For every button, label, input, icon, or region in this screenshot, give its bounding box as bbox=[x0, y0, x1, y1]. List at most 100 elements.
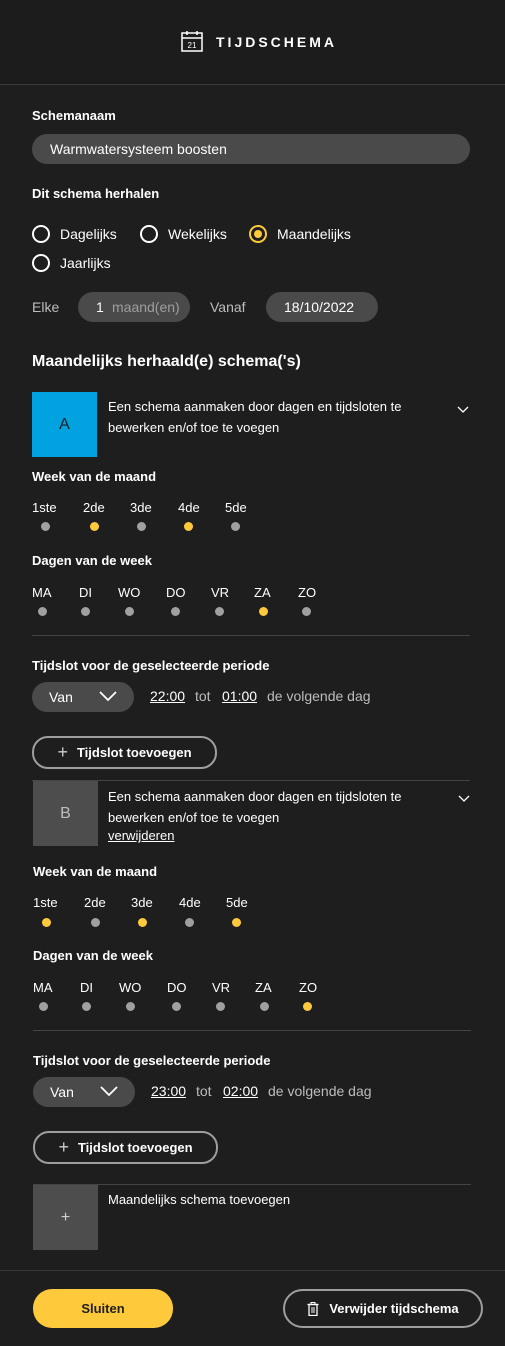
schedule-b-week-3de-dot[interactable] bbox=[138, 918, 147, 927]
schedule-b-week-label: Week van de maand bbox=[33, 864, 158, 879]
radio-daily-circle[interactable] bbox=[32, 225, 50, 243]
divider bbox=[33, 1184, 471, 1185]
schedule-b-day-do: DO bbox=[167, 980, 187, 995]
schedule-a-week-5de: 5de bbox=[225, 500, 247, 515]
schedule-a-day-zo: ZO bbox=[298, 585, 317, 600]
schedule-b-day-wo-dot[interactable] bbox=[126, 1002, 135, 1011]
schedule-b-slot-end[interactable]: 02:00 bbox=[223, 1083, 258, 1099]
schedule-a-description-line1: Een schema aanmaken door dagen en tijdsl… bbox=[108, 399, 402, 414]
from-date-input[interactable]: 18/10/2022 bbox=[266, 292, 378, 322]
plus-icon: + bbox=[57, 742, 68, 762]
schedule-name-label: Schemanaam bbox=[32, 108, 116, 123]
schedule-a-day-vr-dot[interactable] bbox=[215, 607, 224, 616]
schedule-a-day-ma-dot[interactable] bbox=[38, 607, 47, 616]
header: 21 TIJDSCHEMA bbox=[0, 0, 505, 85]
schedule-b-days-label: Dagen van de week bbox=[33, 948, 153, 963]
schedule-a-add-slot-button[interactable]: + Tijdslot toevoegen bbox=[32, 736, 217, 769]
schedule-b-week-4de: 4de bbox=[179, 895, 201, 910]
radio-weekly-label: Wekelijks bbox=[168, 226, 227, 242]
schedule-b-day-za-dot[interactable] bbox=[260, 1002, 269, 1011]
schedule-b-week-4de-dot[interactable] bbox=[185, 918, 194, 927]
page-title: TIJDSCHEMA bbox=[216, 34, 338, 50]
schedule-a-day-za-dot[interactable] bbox=[259, 607, 268, 616]
every-input[interactable]: 1 maand(en) bbox=[78, 292, 190, 322]
schedule-b-day-ma: MA bbox=[33, 980, 53, 995]
schedule-b-week-1ste-dot[interactable] bbox=[42, 918, 51, 927]
schedule-b-week-3de: 3de bbox=[131, 895, 153, 910]
chevron-down-icon bbox=[99, 691, 117, 702]
schedule-b-description-line2: bewerken en/of toe te voegen bbox=[108, 810, 280, 825]
radio-yearly-circle[interactable] bbox=[32, 254, 50, 272]
schedule-b-remove-link[interactable]: verwijderen bbox=[108, 828, 174, 843]
schedule-a-day-ma: MA bbox=[32, 585, 52, 600]
schedule-a-week-3de-dot[interactable] bbox=[137, 522, 146, 531]
radio-monthly-circle[interactable] bbox=[249, 225, 267, 243]
schedule-b-week-5de-dot[interactable] bbox=[232, 918, 241, 927]
schedule-b-day-vr: VR bbox=[212, 980, 231, 995]
schedule-a-week-4de-dot[interactable] bbox=[184, 522, 193, 531]
radio-weekly-circle[interactable] bbox=[140, 225, 158, 243]
radio-monthly-label: Maandelijks bbox=[277, 226, 351, 242]
schedule-a-week-1ste: 1ste bbox=[32, 500, 57, 515]
svg-text:21: 21 bbox=[188, 41, 197, 50]
schedule-b-badge[interactable]: B bbox=[33, 781, 98, 846]
chevron-down-icon[interactable] bbox=[458, 795, 470, 803]
schedule-a-day-do: DO bbox=[166, 585, 186, 600]
schedule-a-week-4de: 4de bbox=[178, 500, 200, 515]
schedule-a-week-5de-dot[interactable] bbox=[231, 522, 240, 531]
close-button[interactable]: Sluiten bbox=[33, 1289, 173, 1328]
plus-icon: + bbox=[58, 1137, 69, 1157]
chevron-down-icon[interactable] bbox=[457, 406, 469, 414]
schedule-b-add-slot-button[interactable]: + Tijdslot toevoegen bbox=[33, 1131, 218, 1164]
schedule-b-day-vr-dot[interactable] bbox=[216, 1002, 225, 1011]
every-label: Elke bbox=[32, 299, 60, 315]
schedule-b-day-wo: WO bbox=[119, 980, 142, 995]
radio-weekly[interactable]: Wekelijks bbox=[140, 225, 240, 245]
schedule-a-day-do-dot[interactable] bbox=[171, 607, 180, 616]
schedule-b-slot-start[interactable]: 23:00 bbox=[151, 1083, 186, 1099]
from-label: Vanaf bbox=[210, 299, 246, 315]
schedule-a-slot-start[interactable]: 22:00 bbox=[150, 688, 185, 704]
schedule-a-week-label: Week van de maand bbox=[32, 469, 157, 484]
delete-schedule-button[interactable]: Verwijder tijdschema bbox=[283, 1289, 483, 1328]
add-schedule-button[interactable]: + bbox=[33, 1185, 98, 1250]
schedule-a-week-2de-dot[interactable] bbox=[90, 522, 99, 531]
divider bbox=[32, 635, 470, 636]
schedule-b-day-zo-dot[interactable] bbox=[303, 1002, 312, 1011]
schedule-a-slot-suffix: de volgende dag bbox=[267, 688, 371, 704]
schedule-b-slot-suffix: de volgende dag bbox=[268, 1083, 372, 1099]
radio-daily[interactable]: Dagelijks bbox=[32, 225, 132, 245]
schedule-a-day-zo-dot[interactable] bbox=[302, 607, 311, 616]
schedule-b-slot-mode-dropdown[interactable]: Van bbox=[33, 1077, 135, 1107]
schedule-b-slot-mode: Van bbox=[50, 1084, 74, 1100]
repeat-label: Dit schema herhalen bbox=[32, 186, 160, 201]
schedule-b-week-2de-dot[interactable] bbox=[91, 918, 100, 927]
schedule-a-slot-mode-dropdown[interactable]: Van bbox=[32, 682, 134, 712]
schedule-a-week-2de: 2de bbox=[83, 500, 105, 515]
schedule-b-day-ma-dot[interactable] bbox=[39, 1002, 48, 1011]
chevron-down-icon bbox=[100, 1086, 118, 1097]
every-value: 1 bbox=[96, 299, 104, 315]
schedule-a-add-slot-label: Tijdslot toevoegen bbox=[76, 745, 192, 760]
schedule-a-slot-end[interactable]: 01:00 bbox=[222, 688, 257, 704]
delete-schedule-label: Verwijder tijdschema bbox=[329, 1301, 459, 1316]
every-unit: maand(en) bbox=[112, 299, 180, 315]
schedule-b-week-1ste: 1ste bbox=[33, 895, 58, 910]
schedule-a-day-vr: VR bbox=[211, 585, 230, 600]
monthly-title: Maandelijks herhaald(e) schema('s) bbox=[32, 353, 301, 370]
radio-yearly[interactable]: Jaarlijks bbox=[32, 254, 132, 274]
schedule-a-badge[interactable]: A bbox=[32, 392, 97, 457]
schedule-name-input[interactable]: Warmwatersysteem boosten bbox=[32, 134, 470, 164]
trash-icon bbox=[307, 1301, 319, 1316]
schedule-b-day-di-dot[interactable] bbox=[82, 1002, 91, 1011]
schedule-a-description-line2: bewerken en/of toe te voegen bbox=[108, 420, 280, 435]
schedule-b-day-do-dot[interactable] bbox=[172, 1002, 181, 1011]
schedule-b-day-za: ZA bbox=[255, 980, 272, 995]
schedule-a-day-za: ZA bbox=[254, 585, 271, 600]
schedule-b-week-5de: 5de bbox=[226, 895, 248, 910]
schedule-a-slot-mode: Van bbox=[49, 689, 73, 705]
radio-monthly[interactable]: Maandelijks bbox=[249, 225, 359, 245]
schedule-a-day-wo-dot[interactable] bbox=[125, 607, 134, 616]
schedule-a-week-1ste-dot[interactable] bbox=[41, 522, 50, 531]
schedule-a-day-di-dot[interactable] bbox=[81, 607, 90, 616]
